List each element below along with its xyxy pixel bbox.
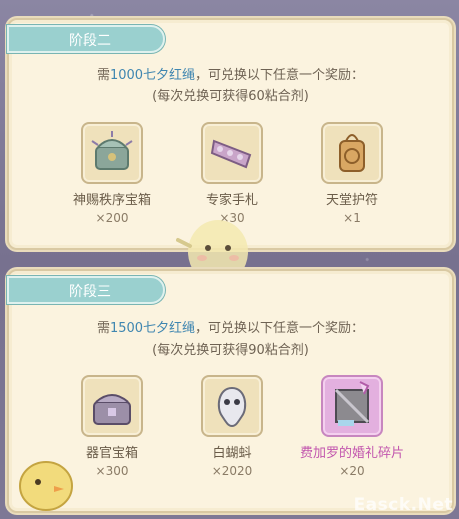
requirement-text: 需1000七夕红绳，可兑换以下任意一个奖励： xyxy=(96,68,365,83)
organ-chest-icon xyxy=(93,394,131,425)
reward-item[interactable]: 专家手札 ×30 xyxy=(172,122,292,225)
ornate-chest-icon xyxy=(91,131,133,170)
stage-tab: 阶段二 xyxy=(7,25,165,53)
white-tadpole-icon xyxy=(217,386,247,428)
chick-mascot-icon xyxy=(19,461,73,511)
figaro-wedding-shard-icon xyxy=(334,381,370,426)
stage-tab: 阶段三 xyxy=(7,276,165,304)
reward-item[interactable]: 白蝴蚪 ×2020 xyxy=(172,375,292,478)
scroll-notes-icon xyxy=(210,139,252,169)
stage-tab-label: 阶段二 xyxy=(69,33,111,49)
reward-item[interactable]: 神赐秩序宝箱 ×200 xyxy=(52,122,172,225)
amulet-icon xyxy=(339,134,365,172)
requirement-amount: 1500七夕红绳 xyxy=(109,321,196,336)
bonus-note: (每次兑换可获得90粘合剂) xyxy=(152,343,309,358)
stage-tab-label: 阶段三 xyxy=(69,284,111,300)
requirement-amount: 1000七夕红绳 xyxy=(109,68,196,83)
requirement-text: 需1500七夕红绳，可兑换以下任意一个奖励： xyxy=(96,321,365,336)
reward-item[interactable]: 天堂护符 ×1 xyxy=(292,122,412,225)
watermark: Easck.Net xyxy=(353,495,453,515)
reward-item[interactable]: 费加罗的婚礼碎片 ×20 xyxy=(292,375,412,478)
bonus-note: (每次兑换可获得60粘合剂) xyxy=(152,89,309,104)
